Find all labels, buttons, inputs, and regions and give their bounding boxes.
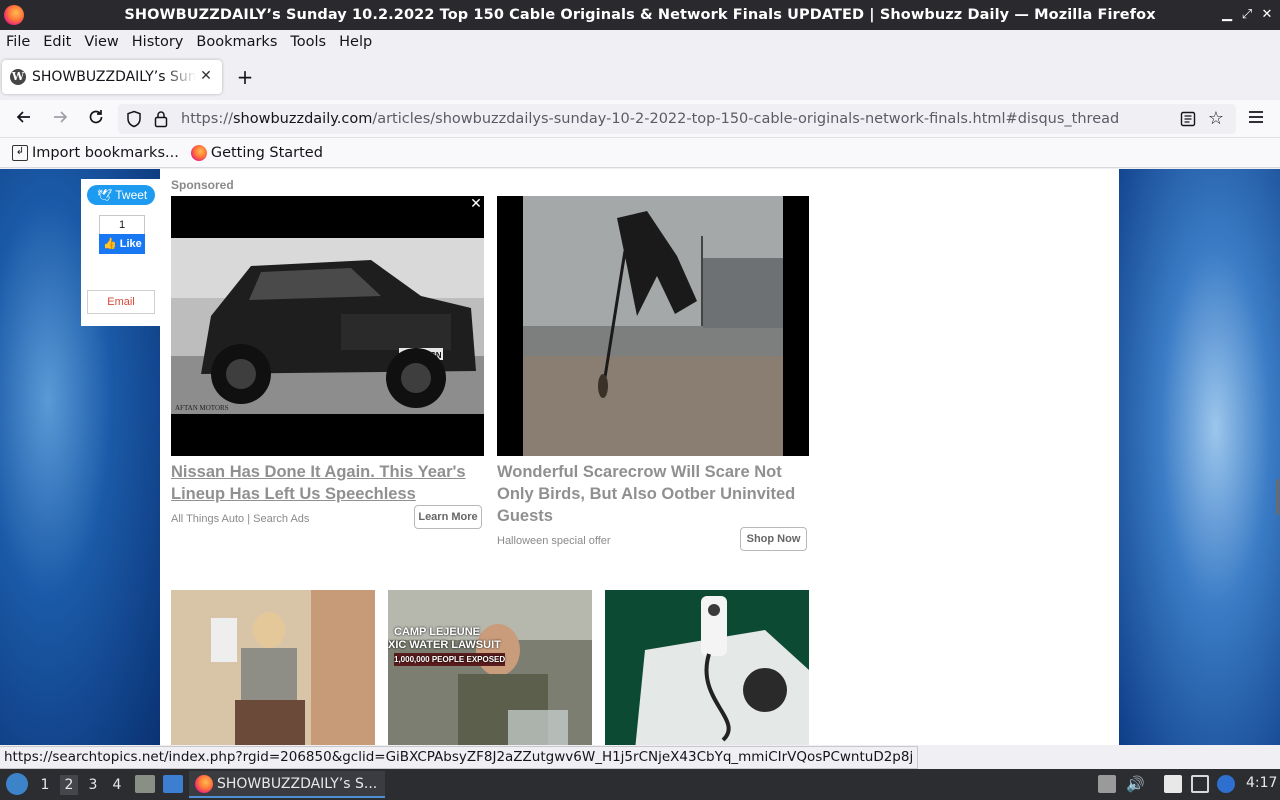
bookmark-getting-started[interactable]: Getting Started (190, 144, 323, 161)
tweet-label: Tweet (115, 188, 148, 202)
reload-button[interactable] (84, 107, 108, 131)
notes-icon[interactable] (1164, 775, 1182, 793)
tab-showbuzzdaily[interactable]: W SHOWBUZZDAILY’s Sunday 10.2.2022 Top 1… (2, 60, 222, 94)
web-content: 🕊 Tweet 1 👍 Like Email Sponsored BA18 VCN… (0, 169, 1280, 745)
firefox-icon (195, 774, 213, 793)
window-titlebar: SHOWBUZZDAILY’s Sunday 10.2.2022 Top 150… (0, 0, 1280, 30)
forward-button[interactable] (48, 107, 72, 131)
bookmarks-toolbar: ↲ Import bookmarks... Getting Started (0, 138, 1280, 168)
ad-image-truck[interactable]: BA18 VCN AFTAN MOTORS (171, 196, 484, 456)
menu-history[interactable]: History (132, 34, 184, 50)
email-share-button[interactable]: Email (87, 290, 155, 314)
close-ad-icon[interactable]: ✕ (468, 196, 484, 212)
taskbar-firefox-task[interactable]: SHOWBUZZDAILY’s S... (189, 771, 385, 798)
tab-strip: W SHOWBUZZDAILY’s Sunday 10.2.2022 Top 1… (0, 54, 1280, 100)
status-link-preview: https://searchtopics.net/index.php?rgid=… (0, 746, 919, 769)
article-page: Sponsored BA18 VCN AFTAN MOTORS ✕ Nissan… (160, 169, 1119, 745)
app-menu-button[interactable] (1244, 107, 1268, 131)
volume-icon[interactable]: 🔊 (1126, 775, 1145, 793)
new-tab-button[interactable]: + (234, 66, 256, 88)
clipboard-icon[interactable] (1098, 775, 1116, 793)
page-scrollbar[interactable] (1276, 479, 1279, 515)
facebook-like-button[interactable]: 👍 Like (99, 234, 145, 254)
facebook-like-count: 1 (99, 215, 145, 235)
bookmark-import[interactable]: ↲ Import bookmarks... (12, 144, 179, 161)
close-window-icon[interactable]: ✕ (1258, 6, 1276, 24)
url-prefix: https:// (181, 111, 233, 127)
window-title: SHOWBUZZDAILY’s Sunday 10.2.2022 Top 150… (124, 7, 1156, 23)
reader-view-icon[interactable] (1180, 111, 1196, 127)
share-widget: 🕊 Tweet 1 👍 Like Email (81, 179, 160, 326)
ad-image-camp-lejeune[interactable]: CAMP LEJEUNE XIC WATER LAWSUIT 1,000,000… (388, 590, 592, 745)
overlay-text-line2: XIC WATER LAWSUIT (388, 639, 501, 651)
menu-help[interactable]: Help (339, 34, 372, 50)
bookmark-getting-started-label: Getting Started (210, 144, 323, 161)
workspace-2[interactable]: 2 (60, 775, 78, 795)
url-path: /articles/showbuzzdailys-sunday-10-2-202… (372, 111, 1120, 127)
thumbs-up-icon: 👍 (103, 238, 117, 250)
scarecrow-photo (523, 196, 783, 456)
ad-image-scarecrow[interactable] (497, 196, 809, 456)
url-text[interactable]: https://showbuzzdaily.com/articles/showb… (181, 104, 1119, 134)
network-icon[interactable] (1217, 775, 1235, 793)
task-label: SHOWBUZZDAILY’s S... (217, 775, 378, 792)
back-button[interactable] (12, 107, 36, 131)
back-arrow-icon (16, 111, 30, 123)
url-bar[interactable]: https://showbuzzdaily.com/articles/showb… (118, 104, 1236, 134)
twitter-bird-icon: 🕊 (97, 188, 113, 202)
maximize-icon[interactable]: ⤢ (1238, 6, 1256, 24)
learn-more-button[interactable]: Learn More (414, 505, 482, 529)
tweet-button[interactable]: 🕊 Tweet (87, 185, 155, 205)
ad-source-scarecrow: Halloween special offer (497, 535, 611, 547)
truck-photo: BA18 VCN AFTAN MOTORS (171, 238, 484, 414)
close-tab-icon[interactable]: ✕ (198, 68, 214, 84)
ad-image-ev-charger[interactable] (605, 590, 809, 745)
display-icon[interactable] (1191, 775, 1209, 793)
menu-edit[interactable]: Edit (43, 34, 71, 50)
bookmark-import-label: Import bookmarks... (32, 144, 179, 161)
clock: 4:17 (1246, 775, 1278, 791)
woman-bag-photo (171, 590, 375, 745)
menu-file[interactable]: File (6, 34, 30, 50)
start-menu-icon[interactable] (6, 773, 28, 795)
menu-tools[interactable]: Tools (290, 34, 326, 50)
facebook-like-label: Like (119, 238, 142, 250)
dealer-brand-text: AFTAN MOTORS (175, 404, 229, 412)
overlay-text-line1: CAMP LEJEUNE (394, 626, 480, 638)
forward-arrow-icon (54, 111, 68, 123)
url-host: showbuzzdaily.com (232, 111, 373, 127)
reload-icon (89, 110, 103, 124)
ad-title-scarecrow[interactable]: Wonderful Scarecrow Will Scare Not Only … (497, 461, 807, 527)
menu-bar: File Edit View History Bookmarks Tools H… (0, 30, 1280, 54)
wordpress-icon: W (10, 69, 26, 85)
taskbar: 1 2 3 4 SHOWBUZZDAILY’s S... 🔊 4:17 (0, 769, 1280, 800)
workspace-4[interactable]: 4 (108, 775, 126, 795)
tab-label: SHOWBUZZDAILY’s Sunday 10.2.2022 Top 150… (32, 69, 196, 85)
workspace-1[interactable]: 1 (36, 775, 54, 795)
ev-charger-photo (605, 590, 809, 745)
import-icon: ↲ (12, 144, 28, 161)
menu-view[interactable]: View (84, 34, 118, 50)
tracking-protection-shield-icon[interactable] (126, 110, 142, 128)
hamburger-menu-icon (1249, 111, 1263, 123)
ad-source-nissan: All Things Auto | Search Ads (171, 513, 310, 525)
navigation-bar: https://showbuzzdaily.com/articles/showb… (0, 100, 1280, 138)
firefox-icon (190, 144, 207, 161)
ad-image-woman-bag[interactable] (171, 590, 375, 745)
desktop-icon[interactable] (163, 775, 183, 793)
soldier-photo (388, 590, 592, 745)
bookmark-star-icon[interactable]: ☆ (1206, 109, 1226, 129)
menu-bookmarks[interactable]: Bookmarks (196, 34, 277, 50)
shop-now-button[interactable]: Shop Now (740, 527, 807, 551)
license-plate-text: BA18 VCN (402, 351, 442, 360)
sponsored-label: Sponsored (171, 178, 234, 192)
background-right-panel (1119, 169, 1280, 745)
file-manager-icon[interactable] (135, 775, 155, 793)
workspace-3[interactable]: 3 (84, 775, 102, 795)
lock-icon[interactable] (154, 110, 168, 128)
overlay-text-line3: 1,000,000 PEOPLE EXPOSED (394, 653, 506, 666)
ad-title-nissan[interactable]: Nissan Has Done It Again. This Year's Li… (171, 461, 481, 505)
minimize-icon[interactable]: ▁ (1218, 6, 1236, 24)
